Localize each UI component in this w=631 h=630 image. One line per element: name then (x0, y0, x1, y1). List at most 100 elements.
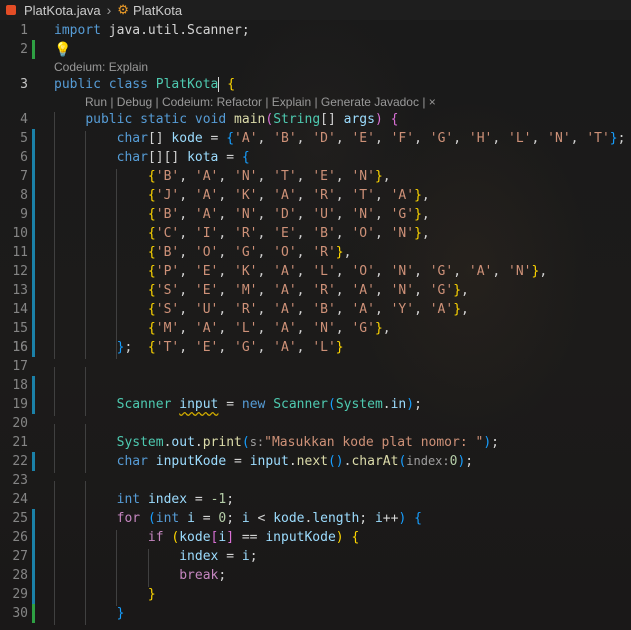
gutter (28, 433, 54, 452)
gutter (28, 338, 54, 357)
code-token: 'L' (234, 321, 258, 336)
code-line-21[interactable]: 21 System.out.print(s:"Masukkan kode pla… (0, 433, 631, 454)
code-token: 'B' (155, 245, 180, 260)
code-token: [][] (147, 150, 188, 165)
code-token: , (257, 226, 274, 241)
code-token: ] (226, 530, 235, 545)
code-token: 'B' (312, 302, 336, 317)
code-token: 'D' (273, 207, 297, 222)
code-line-13[interactable]: 13 {'S', 'E', 'M', 'A', 'R', 'A', 'N', '… (0, 281, 631, 302)
code-token: public (85, 112, 133, 127)
code-token: = (218, 549, 242, 564)
code-token: , (421, 188, 430, 203)
code-token: , (461, 302, 469, 317)
code-token: new (241, 397, 266, 412)
code-line-1[interactable]: 1 import java.util.Scanner; (0, 21, 631, 40)
change-marker (32, 528, 35, 547)
code-content: {'B', 'A', 'N', 'T', 'E', 'N'}, (54, 169, 391, 188)
code-line-23[interactable]: 23 (0, 471, 631, 500)
code-token: 'G' (234, 245, 258, 260)
line-number: 16 (12, 340, 28, 355)
code-token: PlatKota (147, 77, 219, 92)
line-number: 27 (12, 549, 28, 564)
code-line-9[interactable]: 9 {'B', 'A', 'N', 'D', 'U', 'N', 'G'}, (0, 205, 631, 226)
code-line-27[interactable]: 27 index = i; (0, 547, 631, 568)
code-line-8[interactable]: 8 {'J', 'A', 'K', 'A', 'R', 'T', 'A'}, (0, 186, 631, 207)
code-token: , (179, 321, 195, 336)
code-token: , (492, 264, 509, 279)
code-line-17[interactable]: 17 (0, 357, 631, 386)
breadcrumb-file[interactable]: PlatKota.java (24, 3, 101, 18)
code-token: } (453, 283, 462, 298)
change-marker (32, 300, 35, 319)
code-token: 'A' (390, 188, 415, 203)
codelens-main[interactable]: Run | Debug | Codeium: Refactor | Explai… (0, 93, 631, 110)
code-line-30[interactable]: 30 } (0, 604, 631, 625)
code-token: void (194, 112, 227, 127)
gutter (28, 186, 54, 205)
code-token: 'A' (429, 302, 454, 317)
code-token: 'G' (429, 264, 454, 279)
code-content: import java.util.Scanner; (54, 23, 250, 38)
code-token: 'J' (155, 188, 180, 203)
code-token: ; (359, 511, 375, 526)
code-line-28[interactable]: 28 break; (0, 566, 631, 587)
code-line-10[interactable]: 10 {'C', 'I', 'R', 'E', 'B', 'O', 'N'}, (0, 224, 631, 245)
code-editor[interactable]: 1 import java.util.Scanner; 2 💡 Codeium: Exp… (0, 20, 631, 630)
code-line-5[interactable]: 5 char[] kode = {'A', 'B', 'D', 'E', 'F'… (0, 129, 631, 150)
code-token: for (116, 511, 141, 526)
code-token: () (327, 454, 344, 469)
code-line-6[interactable]: 6 char[][] kota = { (0, 148, 631, 169)
code-token: 'A' (273, 283, 297, 298)
indent-guide (85, 606, 87, 625)
code-token: , (296, 264, 313, 279)
code-token: 'A' (468, 264, 493, 279)
breadcrumb-class[interactable]: PlatKota (133, 3, 182, 18)
code-line-22[interactable]: 22 char inputKode = input.next().charAt(… (0, 452, 631, 473)
code-token: int (155, 511, 180, 526)
code-token: ( (265, 112, 274, 127)
code-line-16[interactable]: 16 }; (0, 338, 631, 359)
code-token: , (296, 131, 313, 146)
code-line-15[interactable]: 15 {'M', 'A', 'L', 'A', 'N', 'G'}, (0, 319, 631, 340)
code-line-4[interactable]: 4 public static void main(String[] args)… (0, 110, 631, 131)
code-token: , (218, 207, 235, 222)
code-token: , (218, 226, 235, 241)
code-token: . (382, 397, 391, 412)
code-token: ( (241, 435, 250, 450)
code-token: = (187, 492, 211, 507)
code-token: == (234, 530, 266, 545)
code-line-29[interactable]: 29 } (0, 585, 631, 606)
code-token: out (171, 435, 195, 450)
line-number: 9 (20, 207, 28, 222)
code-token: s: (249, 435, 265, 449)
code-token: , (335, 264, 352, 279)
code-line-11[interactable]: 11 {'B', 'O', 'G', 'O', 'R'}, (0, 243, 631, 264)
code-line-7[interactable]: 7 {'B', 'A', 'N', 'T', 'E', 'N'}, (0, 167, 631, 188)
code-token: if (147, 530, 164, 545)
code-token: ( (147, 511, 156, 526)
gutter (28, 509, 54, 528)
code-line-24[interactable]: 24 int index = -1; (0, 490, 631, 511)
code-token: , (531, 131, 548, 146)
codelens-codeium[interactable]: Codeium: Explain (0, 58, 631, 75)
code-line-19[interactable]: 19 Scanner input = new Scanner(System.in… (0, 395, 631, 416)
code-token: 'N' (234, 169, 258, 184)
change-marker (32, 262, 35, 281)
code-token: print (202, 435, 242, 450)
code-line-25[interactable]: 25 for (int i = 0; i < kode.length; i++)… (0, 509, 631, 530)
code-content: } (54, 606, 124, 625)
code-line-3[interactable]: 3 public class PlatKota { (0, 75, 631, 94)
code-token: ; (414, 397, 422, 412)
code-line-12[interactable]: 12 {'P', 'E', 'K', 'A', 'L', 'O', 'N', '… (0, 262, 631, 283)
code-line-20[interactable]: 20 (0, 414, 631, 443)
code-line-18[interactable]: 18 (0, 376, 631, 405)
code-line-14[interactable]: 14 {'S', 'U', 'R', 'A', 'B', 'A', 'Y', '… (0, 300, 631, 321)
code-token: , (218, 169, 235, 184)
code-token: ; (226, 511, 242, 526)
code-line-26[interactable]: 26 if (kode[i] == inputKode) { (0, 528, 631, 549)
code-line-2[interactable]: 2 💡 (0, 40, 631, 59)
code-token: 'B' (312, 226, 336, 241)
